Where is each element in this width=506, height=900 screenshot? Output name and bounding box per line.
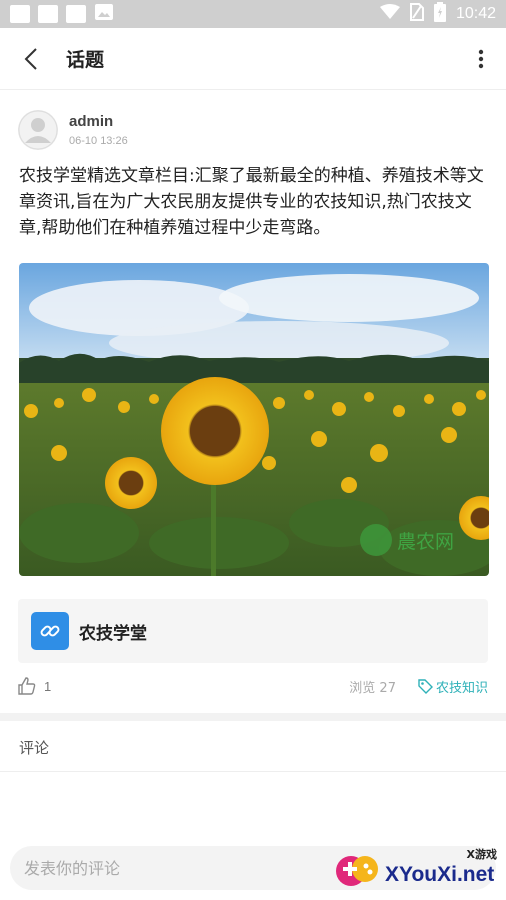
more-options-button[interactable] xyxy=(474,46,488,72)
notification-icon xyxy=(10,5,30,23)
topic-tag[interactable]: 农技知识 xyxy=(418,677,488,696)
post-image[interactable]: 農农网 xyxy=(19,263,489,576)
like-count: 1 xyxy=(44,678,52,694)
gamepad-logo-icon xyxy=(335,847,381,891)
tag-icon xyxy=(418,678,433,694)
status-bar: 10:42 xyxy=(0,0,506,28)
watermark-brand: XYouXi.net xyxy=(385,863,495,886)
back-button[interactable] xyxy=(0,28,62,90)
battery-icon xyxy=(433,1,446,27)
linked-column-label: 农技学堂 xyxy=(79,623,147,644)
clock: 10:42 xyxy=(455,5,496,22)
post-date: 06-10 13:26 xyxy=(69,135,128,147)
like-button[interactable]: 1 xyxy=(18,677,51,695)
back-arrow-icon xyxy=(24,47,37,70)
wifi-icon xyxy=(379,3,400,25)
watermark-small-label: X游戏 xyxy=(466,848,497,861)
app-header: 话题 xyxy=(0,28,506,90)
post-content: 农技学堂精选文章栏目:汇聚了最新最全的种植、养殖技术等文章资讯,旨在为广大农民朋… xyxy=(19,166,484,238)
image-watermark-text: 農农网 xyxy=(397,531,454,553)
tag-label: 农技知识 xyxy=(435,680,488,696)
comment-input[interactable] xyxy=(24,858,324,878)
comments-divider xyxy=(0,771,506,772)
view-count: 浏览 27 xyxy=(349,680,396,696)
more-vertical-icon xyxy=(478,49,484,69)
post-stats: 1 浏览 27 农技知识 xyxy=(18,672,488,700)
notification-icon xyxy=(38,5,58,23)
author-name[interactable]: admin xyxy=(69,113,128,130)
thumbs-up-icon xyxy=(18,677,36,695)
image-notification-icon xyxy=(94,3,114,25)
linked-column-card[interactable]: 农技学堂 xyxy=(18,599,488,663)
post-author: admin 06-10 13:26 xyxy=(18,110,128,150)
avatar[interactable] xyxy=(18,110,58,150)
link-icon xyxy=(31,612,69,650)
notification-icon xyxy=(66,5,86,23)
sunflower-field-photo: 農农网 xyxy=(19,263,489,576)
no-sim-icon xyxy=(409,2,424,26)
comments-heading: 评论 xyxy=(19,739,50,757)
section-divider xyxy=(0,713,506,721)
notification-icons xyxy=(10,3,114,25)
page-title: 话题 xyxy=(66,49,105,71)
default-user-icon xyxy=(18,110,58,150)
site-watermark: XYouXi.net X游戏 xyxy=(335,843,503,895)
